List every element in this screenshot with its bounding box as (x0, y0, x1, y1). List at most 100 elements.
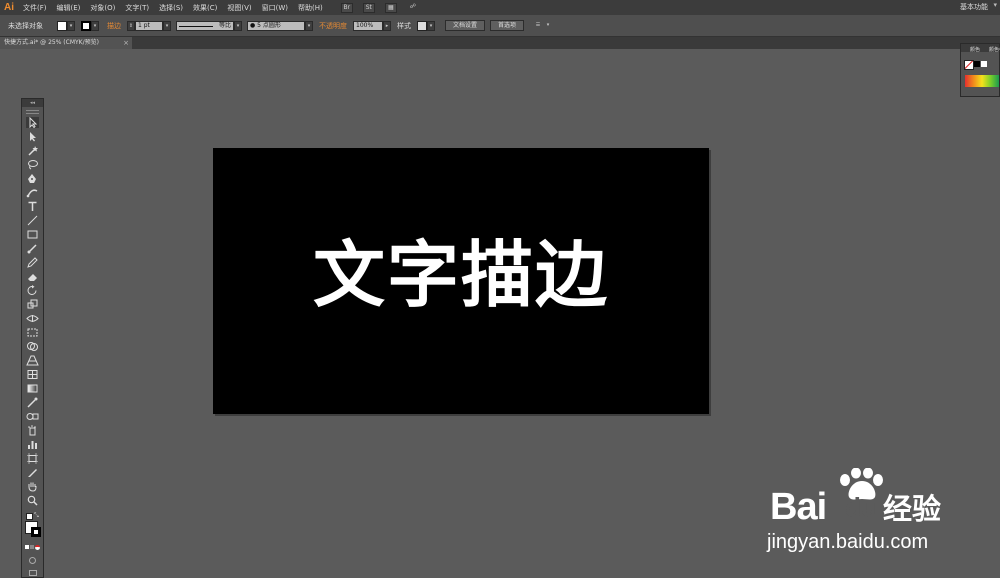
menu-view[interactable]: 视图(V) (222, 3, 256, 13)
preferences-button[interactable]: 首选项 (490, 20, 525, 31)
opacity-dropdown-icon[interactable]: ▸ (383, 20, 391, 31)
menu-edit[interactable]: 编辑(E) (52, 3, 86, 13)
menu-file[interactable]: 文件(F) (18, 3, 52, 13)
tools-panel-grip[interactable] (26, 110, 39, 114)
artboard-headline-text[interactable]: 文字描边 (213, 216, 709, 321)
rectangle-tool-icon[interactable] (26, 229, 39, 240)
color-spectrum[interactable] (965, 75, 999, 87)
gradient-mode-icon[interactable] (30, 545, 34, 549)
direct-selection-tool-icon[interactable] (26, 131, 39, 142)
watermark-du-text: du (845, 492, 877, 522)
style-dropdown-icon[interactable]: ▾ (427, 20, 435, 31)
menu-bar: Ai 文件(F) 编辑(E) 对象(O) 文字(T) 选择(S) 效果(C) 视… (0, 0, 1000, 15)
color-mode-icon[interactable] (25, 545, 29, 549)
opacity-label[interactable]: 不透明度 (319, 21, 347, 31)
watermark-jingyan-text: 经验 (883, 492, 942, 526)
pen-tool-icon[interactable] (26, 173, 39, 184)
workspace-switcher[interactable]: 基本功能 (960, 2, 988, 12)
black-swatch[interactable] (974, 61, 980, 67)
menu-effect[interactable]: 效果(C) (188, 3, 222, 13)
align-options-icon[interactable]: ☰ (532, 21, 544, 31)
none-swatch-icon[interactable] (964, 60, 974, 70)
hand-tool-icon[interactable] (26, 481, 39, 492)
watermark-url-text: jingyan.baidu.com (767, 531, 929, 553)
column-graph-tool-icon[interactable] (26, 439, 39, 450)
type-tool-icon[interactable] (26, 201, 39, 212)
menu-type[interactable]: 文字(T) (120, 3, 154, 13)
drawing-mode-icon[interactable] (29, 557, 36, 564)
perspective-grid-tool-icon[interactable] (26, 355, 39, 366)
pencil-tool-icon[interactable] (26, 257, 39, 268)
gradient-tool-icon[interactable] (26, 383, 39, 394)
variable-width-profile[interactable]: 等比 (176, 20, 234, 31)
eraser-tool-icon[interactable] (26, 271, 39, 282)
document-tab-bar: 快捷方式.ai* @ 25% (CMYK/预览) × (0, 37, 1000, 49)
style-label: 样式 (397, 21, 411, 30)
stroke-label[interactable]: 描边 (107, 21, 121, 31)
tab-color-guide[interactable]: 颜色参考 (989, 46, 1000, 53)
stroke-swatch[interactable] (81, 20, 91, 31)
curvature-tool-icon[interactable] (26, 187, 39, 198)
fill-swatch[interactable] (57, 20, 67, 31)
baidu-jingyan-watermark: Bai du 经验 jingyan.baidu.com (765, 466, 990, 556)
screen-mode-icon[interactable] (29, 570, 37, 576)
brush-label: 5 点圆形 (257, 21, 281, 29)
white-swatch[interactable] (981, 61, 987, 67)
swap-colors-icon[interactable]: ⤡ (34, 513, 39, 519)
bridge-button[interactable]: Br (340, 2, 353, 13)
artboard[interactable]: 文字描边 (213, 148, 709, 414)
stroke-color-box[interactable] (31, 527, 41, 537)
shape-builder-tool-icon[interactable] (26, 341, 39, 352)
sync-icon[interactable]: ☍ (407, 3, 419, 13)
menu-select[interactable]: 选择(S) (154, 3, 188, 13)
eyedropper-tool-icon[interactable] (26, 397, 39, 408)
scale-tool-icon[interactable] (26, 299, 39, 310)
app-logo: Ai (4, 2, 14, 13)
lasso-tool-icon[interactable] (26, 159, 39, 170)
stroke-weight-field[interactable]: 1 pt (135, 20, 163, 31)
tools-panel: ◂◂ ⤡ (21, 98, 44, 578)
menu-object[interactable]: 对象(O) (85, 3, 120, 13)
line-segment-tool-icon[interactable] (26, 215, 39, 226)
blend-tool-icon[interactable] (26, 411, 39, 422)
slice-tool-icon[interactable] (26, 467, 39, 478)
paintbrush-tool-icon[interactable] (26, 243, 39, 254)
fill-dropdown-icon[interactable]: ▾ (67, 20, 75, 31)
artboard-tool-icon[interactable] (26, 453, 39, 464)
mesh-tool-icon[interactable] (26, 369, 39, 380)
selection-status: 未选择对象 (8, 21, 43, 30)
watermark-bai-text: Bai (770, 486, 827, 528)
zoom-tool-icon[interactable] (26, 495, 39, 506)
document-setup-button[interactable]: 文档设置 (445, 20, 486, 31)
rotate-tool-icon[interactable] (26, 285, 39, 296)
profile-line-icon (179, 25, 213, 27)
stroke-weight-stepper-icon[interactable]: ⇕ (127, 20, 135, 31)
selection-tool-icon[interactable] (26, 117, 39, 128)
document-tab-title: 快捷方式.ai* @ 25% (CMYK/预览) (4, 39, 99, 46)
width-tool-icon[interactable] (26, 313, 39, 324)
stroke-weight-dropdown-icon[interactable]: ▾ (163, 20, 171, 31)
opacity-field[interactable]: 100% (353, 20, 383, 31)
menu-window[interactable]: 窗口(W) (257, 3, 293, 13)
control-bar-menu-icon[interactable]: ▾ (544, 21, 552, 31)
document-tab[interactable]: 快捷方式.ai* @ 25% (CMYK/预览) × (0, 37, 132, 49)
menu-help[interactable]: 帮助(H) (293, 3, 328, 13)
brush-dropdown-icon[interactable]: ▾ (305, 20, 313, 31)
stroke-dropdown-icon[interactable]: ▾ (91, 20, 99, 31)
workspace-arrow-icon[interactable]: ▾ (993, 1, 997, 9)
tab-color[interactable]: 颜色 (970, 46, 980, 53)
graphic-style-swatch[interactable] (417, 20, 427, 31)
profile-label: 等比 (218, 21, 231, 29)
symbol-sprayer-tool-icon[interactable] (26, 425, 39, 436)
free-transform-tool-icon[interactable] (26, 327, 39, 338)
brush-dot-icon: ● (250, 21, 256, 29)
magic-wand-tool-icon[interactable] (26, 145, 39, 156)
tools-panel-collapse[interactable]: ◂◂ (22, 99, 43, 107)
stock-button[interactable]: St (362, 2, 375, 13)
brush-definition[interactable]: ● 5 点圆形 (247, 20, 305, 31)
default-colors-icon[interactable] (26, 513, 33, 520)
profile-dropdown-icon[interactable]: ▾ (234, 20, 242, 31)
none-mode-icon[interactable] (35, 545, 40, 550)
arrange-documents-icon[interactable]: ▦ (384, 2, 397, 13)
close-icon[interactable]: × (123, 37, 129, 49)
